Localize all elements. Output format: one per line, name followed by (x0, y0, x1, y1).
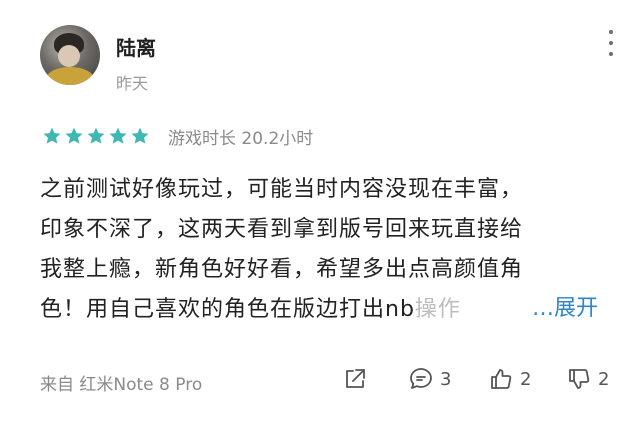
more-icon[interactable] (606, 30, 616, 56)
dislike-button[interactable]: 2 (566, 366, 609, 392)
playtime-label: 游戏时长 20.2小时 (168, 129, 314, 149)
dislike-count: 2 (598, 368, 610, 390)
comment-button[interactable]: 3 (408, 366, 451, 392)
star-icon (131, 127, 149, 144)
share-icon (346, 369, 365, 388)
star-icon (87, 127, 105, 144)
star-icon (65, 127, 83, 144)
review-line: 印象不深了，这两天看到拿到版号回来玩直接给 (40, 217, 524, 242)
like-count: 2 (520, 368, 532, 390)
avatar[interactable] (40, 25, 100, 85)
post-time: 昨天 (116, 74, 149, 93)
device-label: 来自 红米Note 8 Pro (40, 375, 203, 395)
review-text: 之前测试好像玩过，可能当时内容没现在丰富， 印象不深了，这两天看到拿到版号回来玩… (40, 170, 600, 330)
review-line: 我整上瘾，新角色好好看，希望多出点高颜值角 (40, 257, 524, 282)
review-line-last: 色！用自己喜欢的角色在版边打出nb操作 (40, 297, 461, 322)
username[interactable]: 陆离 (116, 32, 156, 61)
comment-icon (410, 368, 432, 389)
star-rating (42, 126, 150, 146)
thumb-up-icon (491, 369, 512, 389)
like-button[interactable]: 2 (488, 366, 531, 392)
comment-count: 3 (440, 368, 452, 390)
share-button[interactable] (342, 366, 368, 392)
expand-link[interactable]: …展开 (530, 290, 599, 322)
review-line: 之前测试好像玩过，可能当时内容没现在丰富， (40, 177, 524, 202)
star-icon (109, 127, 127, 144)
review-card: 陆离 昨天 游戏时长 20.2小时 之前测试好像玩过，可能当时内容没现在丰富， … (0, 0, 640, 425)
thumb-down-icon (569, 369, 590, 389)
star-icon (43, 127, 61, 144)
